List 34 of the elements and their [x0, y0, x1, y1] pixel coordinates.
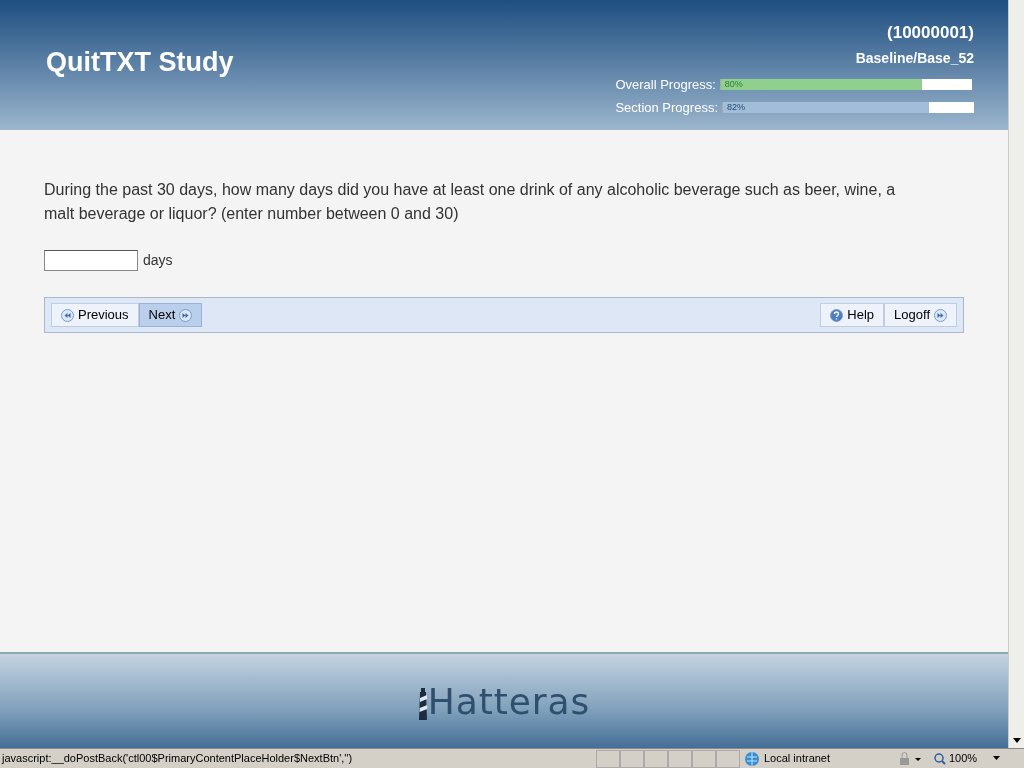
logo-text: Hatteras	[427, 684, 591, 720]
progress-label: Overall Progress:	[615, 75, 716, 94]
help-icon	[830, 308, 844, 322]
zone-label: Local intranet	[764, 751, 831, 767]
help-button[interactable]: Help	[820, 303, 885, 327]
progress-percent: 80%	[724, 78, 743, 90]
progress-percent: 82%	[727, 102, 745, 114]
zoom-level[interactable]: 100%	[949, 750, 978, 767]
section-name: Baseline/Base_52	[855, 48, 974, 68]
progress-label: Section Progress:	[615, 99, 718, 117]
dropdown-icon[interactable]	[993, 756, 1002, 761]
rewind-icon	[61, 308, 74, 322]
status-pane	[668, 749, 692, 768]
status-pane	[716, 749, 740, 768]
lighthouse-icon	[417, 686, 428, 720]
globe-icon	[744, 750, 760, 767]
status-pane	[620, 749, 644, 768]
site-title: QuitTXT Study	[46, 46, 234, 79]
nav-button[interactable]: Logoff	[884, 303, 957, 327]
fast-forward-icon	[934, 308, 947, 322]
previous-button[interactable]: Previous	[51, 303, 139, 327]
fast-forward-icon	[179, 308, 193, 322]
zoom-icon[interactable]	[934, 752, 946, 765]
lock-icon[interactable]	[898, 751, 922, 766]
status-pane	[692, 749, 716, 768]
scrollbar[interactable]	[1008, 0, 1024, 748]
days-input[interactable]	[44, 250, 138, 271]
status-pane	[596, 749, 620, 768]
unit-label: days	[143, 251, 173, 270]
question-text: During the past 30 days, how many days did you have at least one drink of any alcoholic beverage such as beer, wine, a malt beverage or liquor? (enter number between 0 and 30)	[44, 180, 897, 224]
participant-id: (10000001)	[887, 23, 974, 42]
status-text: javascript:__doPostBack('ctl00$PrimaryContentPlaceHolder$NextBtn','')	[0, 751, 354, 767]
status-pane	[644, 749, 668, 768]
nav-button[interactable]: Next	[138, 303, 203, 327]
